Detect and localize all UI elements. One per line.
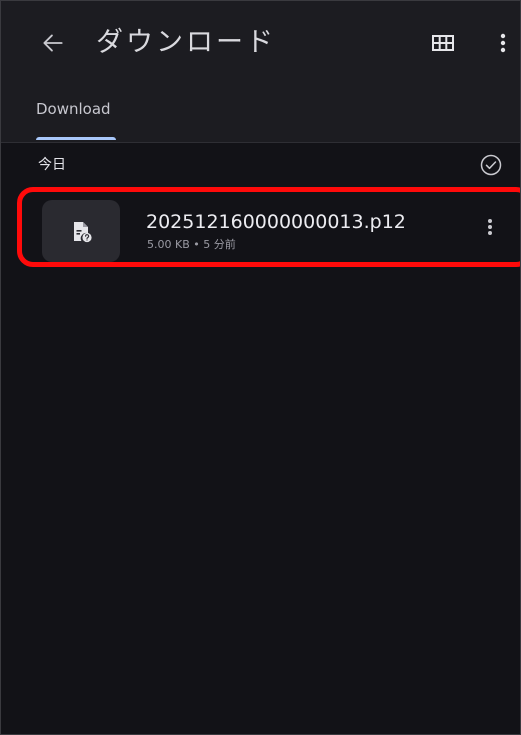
file-meta: 5.00 KB • 5 分前 <box>147 238 236 251</box>
file-unknown-icon <box>74 222 92 243</box>
file-thumbnail <box>42 200 120 262</box>
more-options-button[interactable] <box>493 30 513 56</box>
tab-bar: Download <box>0 90 521 143</box>
file-list-item[interactable]: 202512160000000013.p12 5.00 KB • 5 分前 <box>24 192 521 270</box>
back-button[interactable] <box>36 26 70 60</box>
page-title: ダウンロード <box>96 27 276 58</box>
arrow-back-icon <box>43 34 63 52</box>
grid-view-icon <box>432 35 454 51</box>
more-vert-icon <box>488 219 492 235</box>
section-title-today: 今日 <box>38 157 66 173</box>
downloads-screen: ダウンロード Download 今日 202512160000000013.p1… <box>0 0 521 735</box>
file-more-options-button[interactable] <box>480 214 500 240</box>
tab-download[interactable]: Download <box>36 90 116 140</box>
app-bar: ダウンロード <box>0 0 521 90</box>
tab-indicator <box>36 137 116 140</box>
file-name: 202512160000000013.p12 <box>146 211 406 233</box>
check-circle-icon <box>480 154 502 176</box>
section-header: 今日 <box>0 143 521 187</box>
grid-view-button[interactable] <box>430 31 456 55</box>
tab-download-label: Download <box>36 100 111 118</box>
select-all-button[interactable] <box>479 153 503 177</box>
more-vert-icon <box>500 33 506 53</box>
